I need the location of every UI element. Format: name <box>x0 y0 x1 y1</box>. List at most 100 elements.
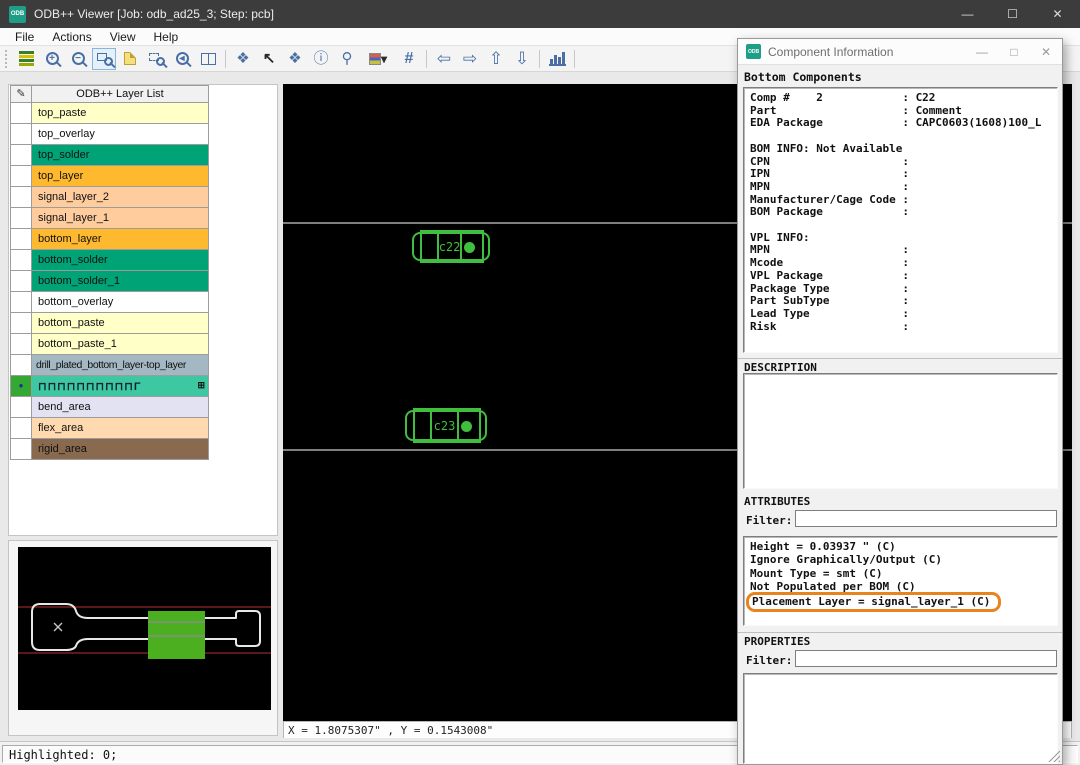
attributes-list[interactable]: Height = 0.03937 " (C) Ignore Graphicall… <box>743 536 1058 626</box>
layer-visibility-cell[interactable] <box>11 439 32 459</box>
component-pad <box>415 410 432 441</box>
pan-down-button[interactable]: ⇩ <box>510 48 534 70</box>
close-button[interactable]: ✕ <box>1035 0 1080 28</box>
layer-visibility-cell[interactable] <box>11 397 32 417</box>
layer-row-top-overlay[interactable]: top_overlay <box>10 124 209 145</box>
dialog-maximize-button[interactable]: □ <box>998 39 1030 64</box>
component-information-dialog: ODB Component Information — □ ✕ Bottom C… <box>737 38 1063 765</box>
layer-visibility-cell[interactable] <box>11 292 32 312</box>
board-outline <box>32 604 260 650</box>
menu-actions[interactable]: Actions <box>43 29 100 45</box>
layer-row-bottom-solder-1[interactable]: bottom_solder_1 <box>10 271 209 292</box>
layer-row-drill-plated[interactable]: drill_plated_bottom_layer-top_layer <box>10 355 209 376</box>
layer-row-bottom-solder[interactable]: bottom_solder <box>10 250 209 271</box>
layer-row-top-paste[interactable]: top_paste <box>10 103 209 124</box>
zoom-out-button[interactable]: − <box>66 48 90 70</box>
window-controls: — ☐ ✕ <box>945 0 1080 28</box>
zoom-in-button[interactable]: + <box>40 48 64 70</box>
layer-row-top-layer[interactable]: top_layer <box>10 166 209 187</box>
odb-viewer-window: ODB ODB++ Viewer [Job: odb_ad25_3; Step:… <box>0 0 1080 765</box>
layer-list-button[interactable] <box>14 48 38 70</box>
analysis-button[interactable] <box>545 48 569 70</box>
menu-view[interactable]: View <box>101 29 145 45</box>
zoom-area-icon <box>97 52 112 65</box>
select-button[interactable]: ↖ <box>257 48 281 70</box>
expand-icon[interactable]: ⊞ <box>197 380 205 396</box>
layer-visibility-cell[interactable] <box>11 124 32 144</box>
dialog-title: Component Information <box>768 45 893 59</box>
component-label: c22 <box>439 232 461 261</box>
properties-list[interactable] <box>743 673 1058 764</box>
layer-visibility-cell[interactable] <box>11 103 32 123</box>
layer-row-bottom-paste-1[interactable]: bottom_paste_1 <box>10 334 209 355</box>
layer-visibility-cell[interactable]: ● <box>11 376 32 396</box>
dialog-title-bar[interactable]: ODB Component Information — □ ✕ <box>738 39 1062 65</box>
grid-toggle-button[interactable]: # <box>397 48 421 70</box>
layer-visibility-cell[interactable] <box>11 250 32 270</box>
layer-row-bottom-overlay[interactable]: bottom_overlay <box>10 292 209 313</box>
layer-visibility-cell[interactable] <box>11 229 32 249</box>
zoom-previous-button[interactable]: ◂ <box>170 48 194 70</box>
snap-center-button[interactable]: ❖ <box>283 48 307 70</box>
layer-visibility-cell[interactable] <box>11 334 32 354</box>
dialog-close-button[interactable]: ✕ <box>1030 39 1062 64</box>
attribute-item[interactable]: Ignore Graphically/Output (C) <box>750 553 1057 566</box>
layer-name: rigid_area <box>32 439 208 459</box>
zoom-selection-icon <box>149 52 164 65</box>
board-overview-panel <box>8 540 278 736</box>
layer-visibility-cell[interactable] <box>11 187 32 207</box>
component-c22[interactable]: c22 <box>412 230 490 263</box>
layer-visibility-cell[interactable] <box>11 313 32 333</box>
minimize-button[interactable]: — <box>945 0 990 28</box>
layer-row-signal-layer-2[interactable]: signal_layer_2 <box>10 187 209 208</box>
dialog-minimize-button[interactable]: — <box>966 39 998 64</box>
attribute-item[interactable]: Height = 0.03937 " (C) <box>750 540 1057 553</box>
layer-visibility-cell[interactable] <box>11 418 32 438</box>
layer-name: bend_area <box>32 397 208 417</box>
zoom-in-icon: + <box>46 52 59 65</box>
split-view-button[interactable] <box>196 48 220 70</box>
layer-row-bottom-paste[interactable]: bottom_paste <box>10 313 209 334</box>
attributes-filter-input[interactable] <box>795 510 1057 527</box>
pan-left-button[interactable]: ⇦ <box>432 48 456 70</box>
pan-up-button[interactable]: ⇧ <box>484 48 508 70</box>
layer-row-rigid-area[interactable]: rigid_area <box>10 439 209 460</box>
layer-visibility-cell[interactable] <box>11 208 32 228</box>
layer-visibility-cell[interactable] <box>11 145 32 165</box>
layer-row-bottom-layer[interactable]: bottom_layer <box>10 229 209 250</box>
layer-row-bend-area[interactable]: bend_area <box>10 397 209 418</box>
toolbar-grip[interactable] <box>5 50 9 68</box>
layer-row-flex-area[interactable]: flex_area <box>10 418 209 439</box>
component-c23[interactable]: c23 <box>405 408 487 443</box>
snap-mode-button[interactable]: ❖ <box>231 48 255 70</box>
snap-icon: ❖ <box>236 51 249 66</box>
find-button[interactable]: ⚲ <box>335 48 359 70</box>
layer-visibility-cell[interactable] <box>11 271 32 291</box>
menu-help[interactable]: Help <box>145 29 188 45</box>
layer-row-components[interactable]: ● ⊓⊓⊓⊓⊓⊓⊓⊓⊓⊓Γ ⊞ <box>10 376 209 397</box>
edit-colors-icon[interactable]: ✎ <box>11 86 32 102</box>
layer-visibility-cell[interactable] <box>11 166 32 186</box>
zoom-area-button[interactable] <box>92 48 116 70</box>
polarity-dot <box>461 421 472 432</box>
attribute-item[interactable]: Mount Type = smt (C) <box>750 567 1057 580</box>
zoom-selection-button[interactable] <box>144 48 168 70</box>
layer-name: bottom_paste <box>32 313 208 333</box>
pan-right-button[interactable]: ⇨ <box>458 48 482 70</box>
dialog-window-controls: — □ ✕ <box>966 39 1062 64</box>
maximize-button[interactable]: ☐ <box>990 0 1035 28</box>
capture-view-button[interactable] <box>118 48 142 70</box>
layer-row-signal-layer-1[interactable]: signal_layer_1 <box>10 208 209 229</box>
board-overview-canvas[interactable] <box>18 547 271 710</box>
layer-name: top_overlay <box>32 124 208 144</box>
arrow-down-icon: ⇩ <box>515 50 529 67</box>
measure-info-button[interactable]: ⓘ <box>309 48 333 70</box>
layer-row-top-solder[interactable]: top_solder <box>10 145 209 166</box>
properties-filter-input[interactable] <box>795 650 1057 667</box>
menu-file[interactable]: File <box>6 29 43 45</box>
dialog-resize-grip[interactable] <box>1048 750 1060 762</box>
highlight-layers-button[interactable]: ▾ <box>361 48 395 70</box>
attribute-item-highlighted[interactable]: Placement Layer = signal_layer_1 (C) <box>746 592 1001 612</box>
viewport-indicator[interactable] <box>148 611 205 659</box>
layer-visibility-cell[interactable] <box>11 355 32 375</box>
